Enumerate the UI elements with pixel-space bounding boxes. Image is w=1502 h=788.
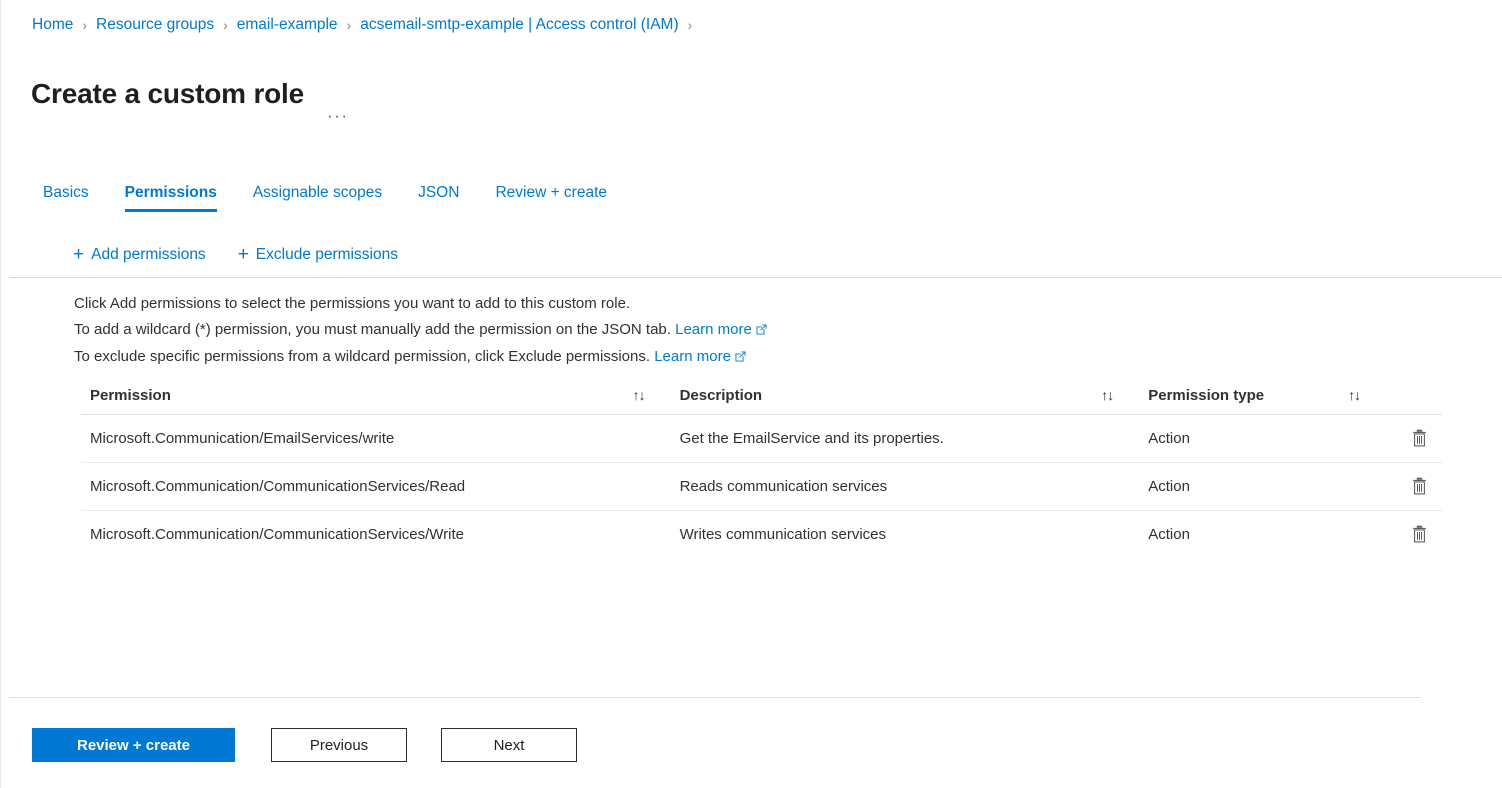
wizard-tabs: Basics Permissions Assignable scopes JSO… — [43, 182, 643, 216]
create-custom-role-blade: Home › Resource groups › email-example ›… — [0, 0, 1502, 788]
table-header-row: Permission ↑↓ Description ↑↓ Permission … — [81, 376, 1442, 415]
plus-icon: + — [73, 244, 85, 265]
instruction-line-3-text: To exclude specific permissions from a w… — [74, 348, 651, 365]
instruction-line-1: Click Add permissions to select the perm… — [74, 295, 631, 312]
instruction-line-2: To add a wildcard (*) permission, you mu… — [74, 317, 767, 344]
exclude-permissions-button[interactable]: + Exclude permissions — [237, 244, 398, 265]
sort-icon-description[interactable]: ↑↓ — [1101, 387, 1114, 403]
tab-basics[interactable]: Basics — [43, 182, 89, 212]
tab-assignable-scopes[interactable]: Assignable scopes — [253, 182, 382, 212]
table-row: Microsoft.Communication/CommunicationSer… — [81, 511, 1442, 558]
external-link-icon — [756, 318, 767, 344]
delete-permission-icon[interactable] — [1406, 522, 1432, 548]
permissions-table: Permission ↑↓ Description ↑↓ Permission … — [81, 376, 1442, 558]
table-row: Microsoft.Communication/EmailServices/wr… — [81, 415, 1442, 463]
review-create-button[interactable]: Review + create — [32, 728, 235, 762]
breadcrumb-item-resource-groups[interactable]: Resource groups — [96, 15, 214, 35]
breadcrumb: Home › Resource groups › email-example ›… — [32, 15, 701, 35]
cell-description: Writes communication services — [679, 526, 887, 543]
instruction-line-2-text: To add a wildcard (*) permission, you mu… — [74, 321, 671, 338]
sort-icon-permission[interactable]: ↑↓ — [633, 387, 646, 403]
cell-description: Reads communication services — [679, 478, 888, 495]
instructions-block: Click Add permissions to select the perm… — [74, 291, 767, 371]
add-permissions-label: Add permissions — [91, 246, 206, 263]
cell-permission: Microsoft.Communication/EmailServices/wr… — [90, 430, 395, 447]
delete-permission-icon[interactable] — [1406, 426, 1432, 452]
add-permissions-button[interactable]: + Add permissions — [73, 244, 206, 265]
instruction-line-3: To exclude specific permissions from a w… — [74, 344, 767, 371]
breadcrumb-separator: › — [223, 17, 228, 33]
cell-permission-type: Action — [1148, 430, 1190, 447]
tab-json[interactable]: JSON — [418, 182, 459, 212]
tab-review-create[interactable]: Review + create — [495, 182, 607, 212]
exclude-permissions-label: Exclude permissions — [255, 246, 398, 263]
learn-more-link-exclude[interactable]: Learn more — [654, 348, 731, 365]
cell-permission-type: Action — [1148, 526, 1190, 543]
cell-description: Get the EmailService and its properties. — [679, 430, 944, 447]
command-bar: + Add permissions + Exclude permissions — [73, 240, 430, 270]
breadcrumb-separator: › — [82, 17, 88, 33]
title-row: Create a custom role ··· — [31, 57, 351, 131]
cell-permission: Microsoft.Communication/CommunicationSer… — [90, 526, 465, 543]
next-button[interactable]: Next — [441, 728, 577, 762]
column-header-description[interactable]: Description — [680, 387, 1102, 404]
learn-more-link-wildcard[interactable]: Learn more — [675, 321, 752, 338]
breadcrumb-separator: › — [346, 17, 352, 33]
column-header-permission-type[interactable]: Permission type — [1148, 387, 1348, 404]
external-link-icon — [735, 345, 746, 371]
previous-button[interactable]: Previous — [271, 728, 407, 762]
breadcrumb-item-access-control[interactable]: acsemail-smtp-example | Access control (… — [360, 15, 678, 35]
tab-permissions[interactable]: Permissions — [124, 182, 218, 212]
breadcrumb-separator-trailing: › — [687, 17, 693, 33]
breadcrumb-item-home[interactable]: Home — [32, 15, 73, 35]
footer-divider — [9, 697, 1421, 698]
sort-icon-permission-type[interactable]: ↑↓ — [1348, 387, 1361, 403]
column-header-permission[interactable]: Permission — [81, 387, 633, 404]
delete-permission-icon[interactable] — [1406, 474, 1432, 500]
more-options-icon[interactable]: ··· — [324, 107, 351, 125]
table-row: Microsoft.Communication/CommunicationSer… — [81, 463, 1442, 511]
plus-icon: + — [237, 244, 249, 265]
wizard-footer: Review + create Previous Next — [32, 728, 611, 762]
command-bar-divider — [9, 277, 1502, 278]
cell-permission-type: Action — [1148, 478, 1190, 495]
cell-permission: Microsoft.Communication/CommunicationSer… — [90, 478, 466, 495]
page-title: Create a custom role — [31, 77, 304, 109]
breadcrumb-item-email-example[interactable]: email-example — [237, 15, 338, 35]
